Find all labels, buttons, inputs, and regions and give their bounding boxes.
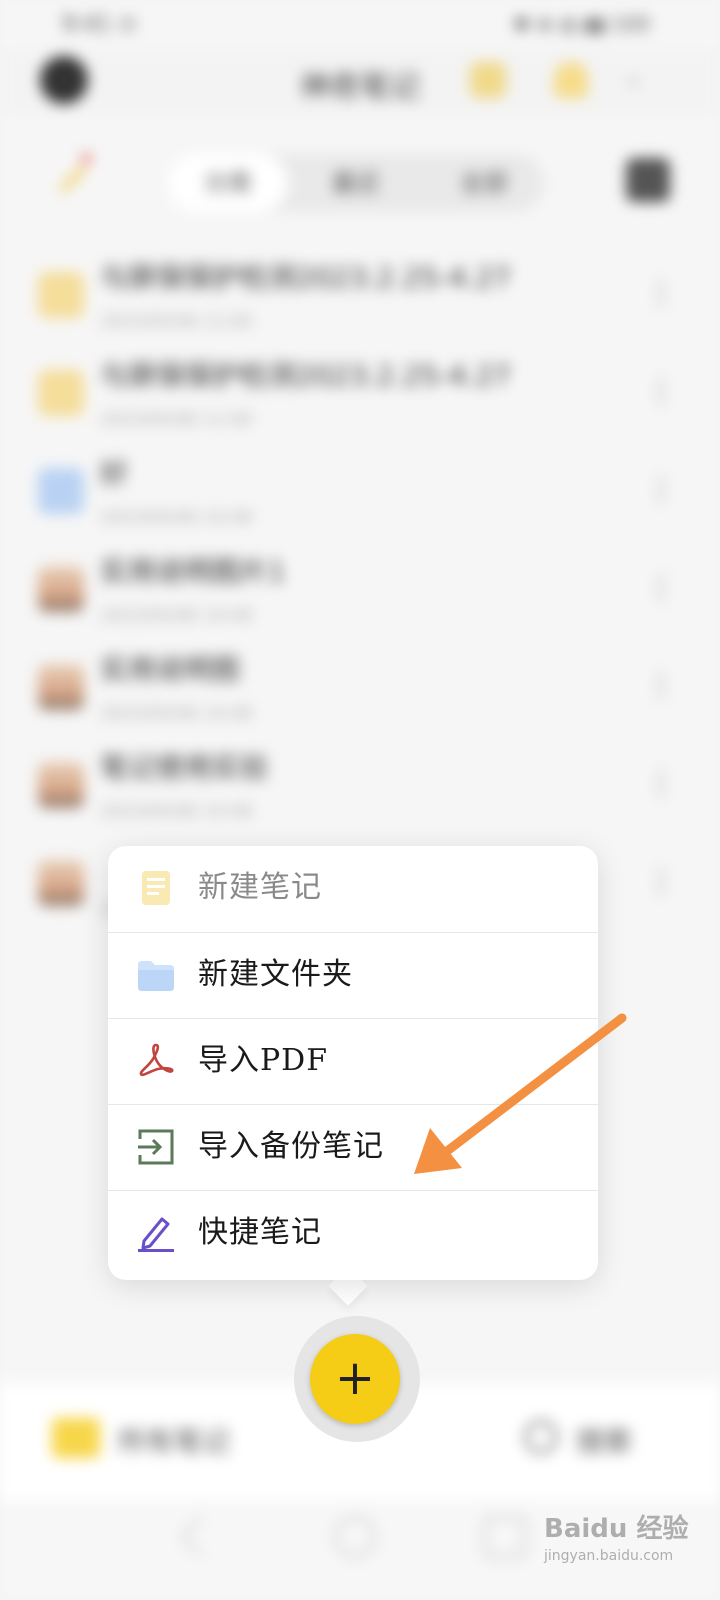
note-date: 2023/05/06 10:48: [100, 704, 253, 724]
app-title: 神奇笔记: [300, 70, 420, 105]
folder-blue-icon: [38, 468, 84, 514]
quick-note-pen-icon: [136, 1213, 176, 1253]
watermark-brand: Baidu 经验: [544, 1514, 689, 1544]
bell-icon[interactable]: [554, 62, 588, 98]
nav-search[interactable]: 搜索: [576, 1420, 632, 1460]
note-row[interactable]: 实用说明图片1 2023/05/06 10:48: [0, 542, 720, 640]
chevron-down-icon[interactable]: ⌄: [624, 66, 642, 91]
note-row[interactable]: 笔记使用实验 2023/05/06 10:48: [0, 738, 720, 836]
note-title: 笔记使用实验: [100, 751, 269, 784]
more-options-icon[interactable]: [646, 668, 676, 704]
grid-view-icon[interactable]: [626, 158, 670, 202]
home-icon[interactable]: [334, 1516, 376, 1558]
more-options-icon[interactable]: [646, 570, 676, 606]
status-time: 9:41 ⊙: [62, 12, 137, 37]
add-button[interactable]: +: [310, 1334, 400, 1424]
nav-all-notes[interactable]: 所有笔记: [118, 1420, 230, 1460]
tab-category[interactable]: 分类: [168, 154, 288, 212]
menu-label: 新建笔记: [198, 870, 322, 905]
status-icons: ✱ ⊕ ◍ ▮▮ 100: [513, 12, 650, 36]
annotation-arrow: [414, 1013, 627, 1174]
more-options-icon[interactable]: [646, 766, 676, 802]
tab-recent[interactable]: 最近: [296, 154, 416, 212]
note-date: 2023/05/06 11:00: [100, 410, 253, 430]
note-row[interactable]: 与屏保保护检测2023.2.25-4.27 2023/05/06 11:00: [0, 346, 720, 444]
more-options-icon[interactable]: [646, 374, 676, 410]
new-folder-icon: [136, 955, 176, 995]
pdf-icon: [136, 1041, 176, 1081]
menu-item-quick-note[interactable]: 快捷笔记: [108, 1190, 598, 1277]
tab-bar: 分类 最近 全部: [168, 154, 544, 212]
more-options-icon[interactable]: [646, 864, 676, 900]
note-row[interactable]: 实用说明图 2023/05/06 10:48: [0, 640, 720, 738]
note-date: 2023/05/06 10:48: [100, 606, 253, 626]
menu-item-new-note[interactable]: 新建笔记: [108, 846, 598, 932]
menu-label: 新建文件夹: [198, 957, 353, 992]
note-title: 实用说明图: [100, 653, 241, 686]
new-note-icon: [136, 868, 176, 908]
folder-yellow-icon: [38, 370, 84, 416]
status-bar: 9:41 ⊙ ✱ ⊕ ◍ ▮▮ 100: [0, 0, 720, 50]
recents-icon[interactable]: [484, 1516, 526, 1558]
note-thumbnail-icon: [38, 762, 84, 808]
note-thumbnail-icon: [38, 860, 84, 906]
note-row[interactable]: 与屏保保护检测2023.2.25-4.27 2023/05/06 11:00: [0, 248, 720, 346]
note-date: 2023/05/06 10:48: [100, 802, 253, 822]
baidu-watermark: Baidu 经验 jingyan.baidu.com: [540, 1490, 710, 1590]
menu-label: 导入备份笔记: [198, 1129, 384, 1164]
folder-yellow-icon: [38, 272, 84, 318]
tab-all[interactable]: 全部: [424, 154, 544, 212]
note-date: 2023/05/06 11:00: [100, 312, 253, 332]
note-title: 与屏保保护检测2023.2.25-4.27: [100, 359, 511, 392]
note-date: 2023/05/06 10:48: [100, 508, 253, 528]
all-notes-folder-icon[interactable]: [52, 1418, 100, 1458]
menu-label: 导入PDF: [198, 1043, 329, 1078]
note-thumbnail-icon: [38, 664, 84, 710]
watermark-url: jingyan.baidu.com: [544, 1548, 674, 1564]
search-icon[interactable]: [524, 1420, 558, 1454]
import-backup-icon: [136, 1127, 176, 1167]
crown-icon[interactable]: [470, 62, 506, 98]
plus-icon: +: [334, 1350, 376, 1406]
menu-label: 快捷笔记: [198, 1215, 322, 1250]
note-title: 实用说明图片1: [100, 555, 286, 588]
magic-wand-icon[interactable]: [52, 152, 94, 194]
note-title: 好: [100, 457, 129, 490]
note-thumbnail-icon: [38, 566, 84, 612]
more-options-icon[interactable]: [646, 472, 676, 508]
menu-item-new-folder[interactable]: 新建文件夹: [108, 932, 598, 1019]
note-row[interactable]: 好 2023/05/06 10:48: [0, 444, 720, 542]
more-options-icon[interactable]: [646, 276, 676, 312]
note-title: 与屏保保护检测2023.2.25-4.27: [100, 261, 511, 294]
